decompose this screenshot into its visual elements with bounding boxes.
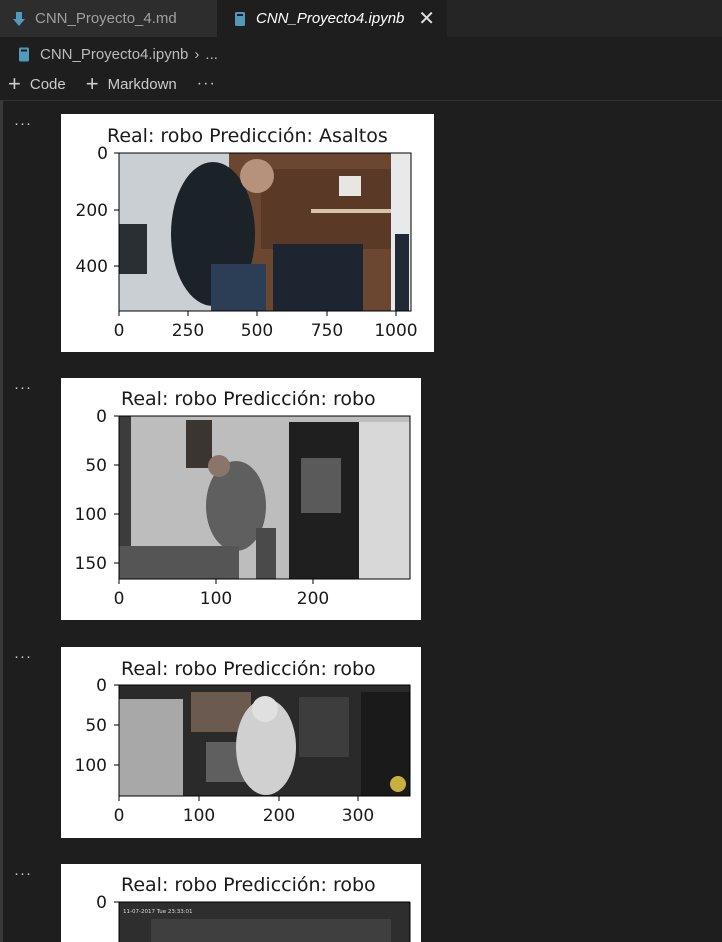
add-code-label: Code [29, 75, 66, 93]
tab-bar: CNN_Proyecto_4.md CNN_Proyecto4.ipynb ✕ [0, 0, 722, 37]
plot-image [119, 685, 410, 796]
notebook-toolbar: + Code + Markdown ··· [0, 69, 722, 99]
y-tick-label: 0 [96, 893, 107, 913]
plot-image [119, 416, 410, 579]
y-tick-label: 150 [75, 554, 107, 574]
cell-output-menu-icon[interactable]: ··· [14, 648, 32, 665]
notebook-editor: ··· Real: robo Predicción: Asaltos 0 200… [0, 101, 722, 942]
notebook-icon [235, 11, 245, 26]
add-code-cell-button[interactable]: + Code [8, 73, 66, 95]
y-tick-label: 200 [76, 201, 108, 221]
x-tick-label: 750 [311, 321, 343, 341]
plot-title: Real: robo Predicción: robo [121, 874, 376, 896]
output-plot-1: Real: robo Predicción: Asaltos 0 200 400… [61, 114, 434, 352]
x-tick-label: 200 [263, 806, 295, 826]
chevron-right-icon: › [194, 45, 200, 63]
x-tick-label: 100 [183, 806, 215, 826]
plot-title: Real: robo Predicción: robo [121, 388, 376, 410]
tab-label: CNN_Proyecto_4.md [35, 10, 177, 27]
y-tick-label: 50 [85, 456, 107, 476]
plot-image: 11-07-2017 Tue 23:33:01 [119, 902, 410, 942]
y-tick-label: 50 [85, 716, 107, 736]
breadcrumb-file[interactable]: CNN_Proyecto4.ipynb [40, 46, 188, 63]
x-tick-label: 100 [200, 589, 232, 609]
y-tick-label: 400 [76, 257, 108, 277]
plot-title: Real: robo Predicción: robo [121, 658, 376, 680]
y-tick-label: 100 [75, 505, 107, 525]
output-plot-2: Real: robo Predicción: robo 0 50 100 150… [61, 378, 421, 620]
more-actions-icon[interactable]: ··· [197, 75, 216, 93]
breadcrumb-more[interactable]: ... [205, 46, 218, 63]
add-markdown-cell-button[interactable]: + Markdown [86, 73, 177, 95]
breadcrumb: CNN_Proyecto4.ipynb › ... [0, 39, 722, 69]
x-tick-label: 0 [114, 589, 125, 609]
x-tick-label: 200 [297, 589, 329, 609]
x-tick-label: 300 [342, 806, 374, 826]
plot-image [119, 153, 411, 311]
markdown-arrow-icon [13, 11, 25, 26]
plus-icon: + [85, 71, 99, 96]
y-tick-label: 0 [96, 676, 107, 696]
x-tick-label: 500 [241, 321, 273, 341]
add-markdown-label: Markdown [107, 75, 177, 93]
tab-label: CNN_Proyecto4.ipynb [256, 10, 405, 27]
close-icon[interactable]: ✕ [418, 6, 435, 31]
y-tick-label: 0 [97, 144, 108, 164]
cell-output-menu-icon[interactable]: ··· [14, 865, 32, 882]
x-tick-label: 0 [114, 321, 125, 341]
notebook-icon [19, 47, 29, 61]
x-tick-label: 250 [172, 321, 204, 341]
y-tick-label: 0 [96, 407, 107, 427]
output-plot-4: Real: robo Predicción: robo 11-07-2017 T… [61, 864, 421, 942]
y-tick-label: 100 [75, 756, 107, 776]
x-tick-label: 1000 [374, 321, 417, 341]
cctv-timestamp: 11-07-2017 Tue 23:33:01 [123, 909, 193, 915]
cell-output-menu-icon[interactable]: ··· [14, 115, 32, 132]
cell-output-menu-icon[interactable]: ··· [14, 379, 32, 396]
output-plot-3: Real: robo Predicción: robo 0 50 100 0 1… [61, 647, 421, 838]
tab-markdown-file[interactable]: CNN_Proyecto_4.md [0, 0, 217, 37]
plus-icon: + [8, 71, 21, 96]
cell-gutter [0, 101, 3, 942]
x-tick-label: 0 [114, 806, 125, 826]
tab-notebook-file[interactable]: CNN_Proyecto4.ipynb ✕ [217, 0, 447, 37]
plot-title: Real: robo Predicción: Asaltos [107, 125, 388, 147]
